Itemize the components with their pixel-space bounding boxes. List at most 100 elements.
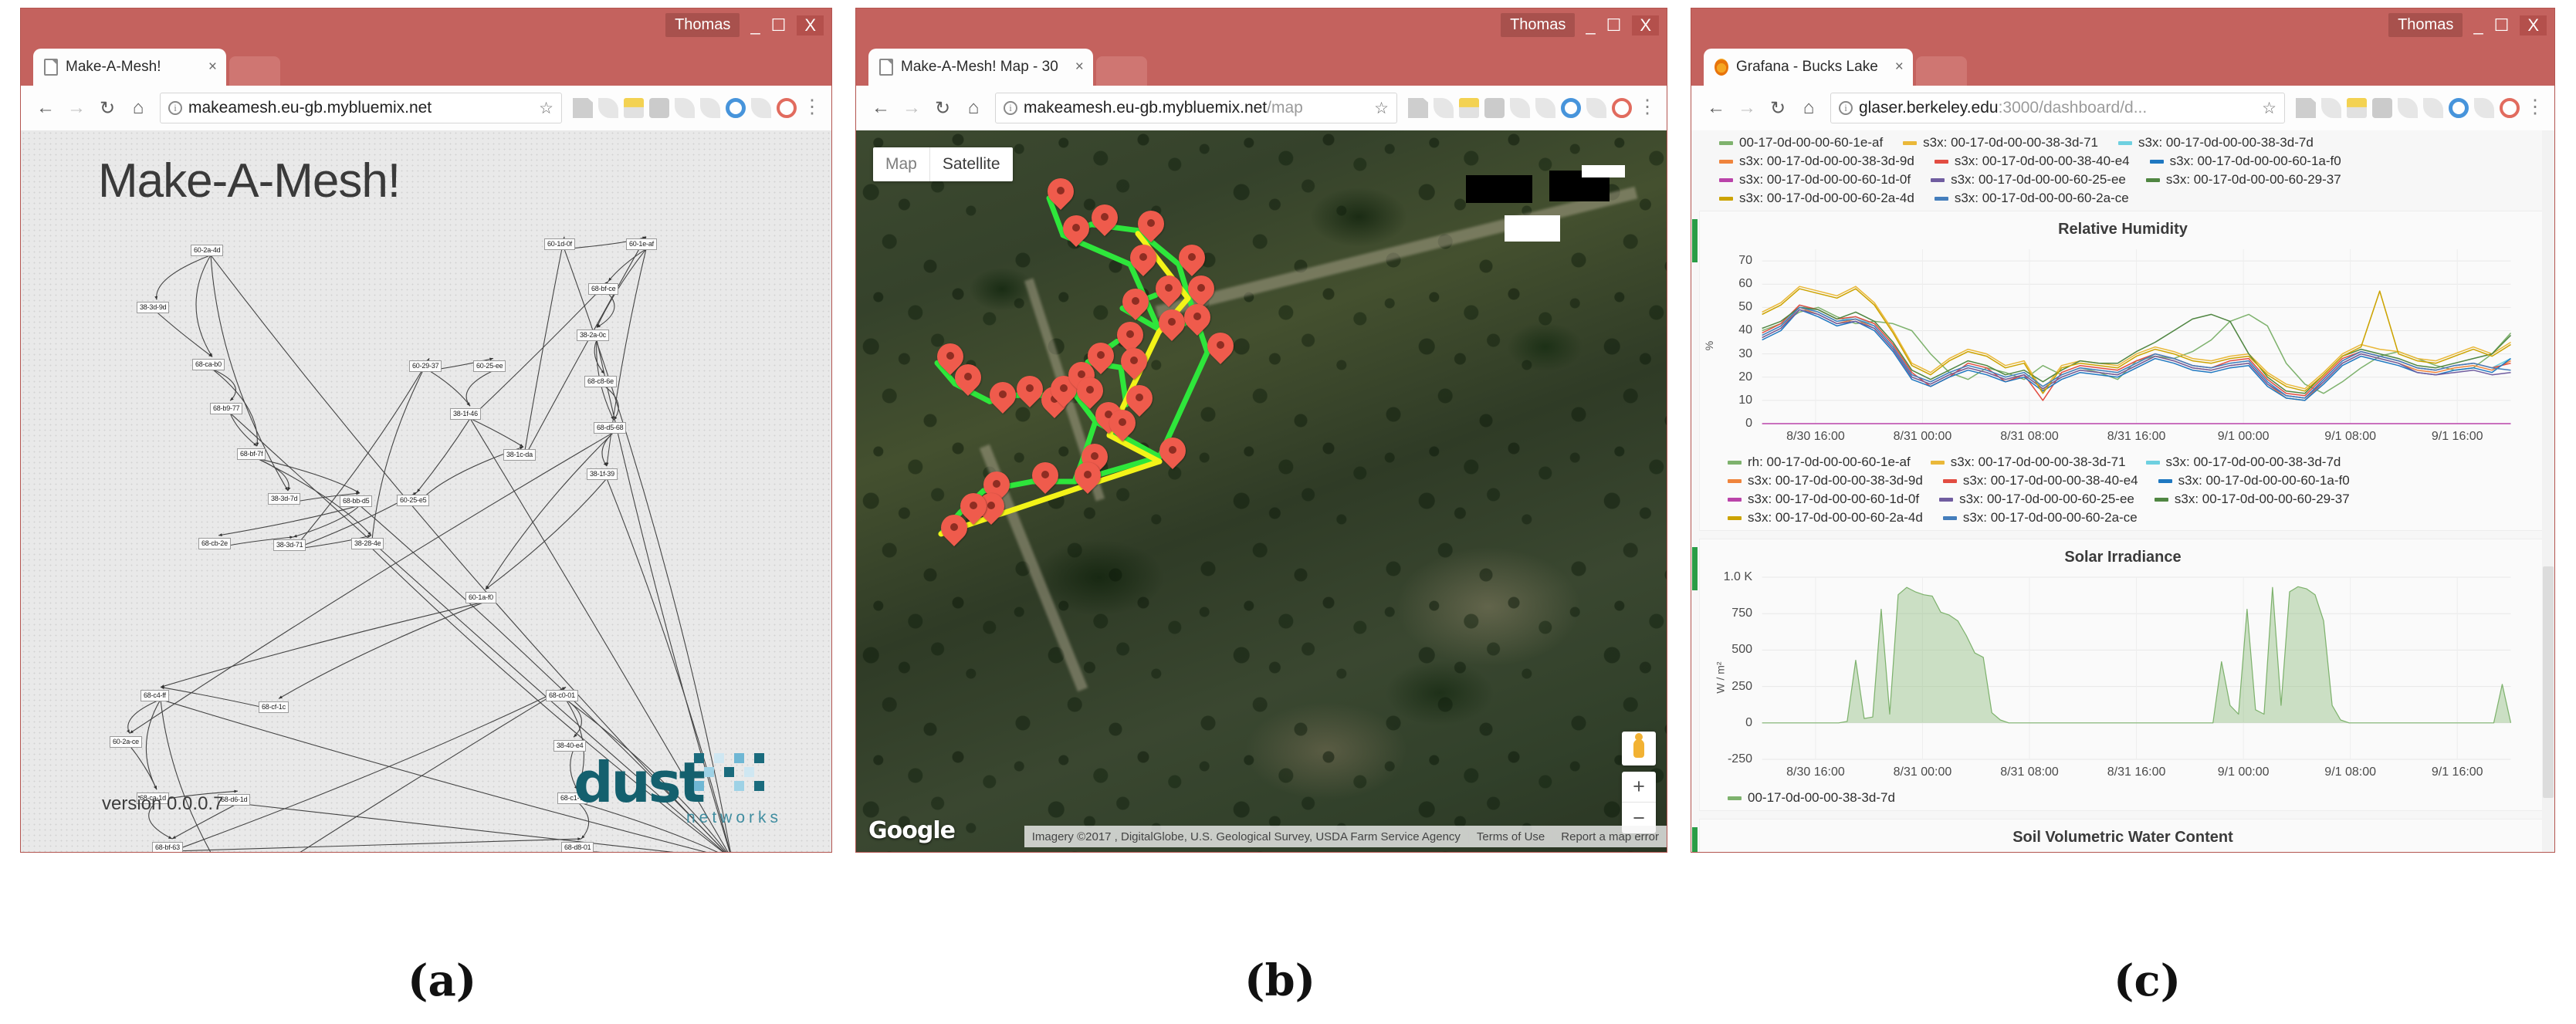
mesh-node[interactable]: 60-25-e5 <box>397 495 430 506</box>
mesh-node[interactable]: 38-1c-da <box>503 449 536 461</box>
chrome-menu-icon[interactable]: ⋮ <box>1637 97 1657 118</box>
user-chip-b[interactable]: Thomas <box>1501 13 1576 37</box>
mesh-node[interactable]: 60-25-ee <box>473 360 506 372</box>
legend-item[interactable]: s3x: 00-17-0d-00-00-60-29-37 <box>2145 172 2341 188</box>
legend-item[interactable]: s3x: 00-17-0d-00-00-38-3d-71 <box>1930 455 2126 470</box>
mesh-node[interactable]: 38-3d-7d <box>268 493 301 505</box>
pdf-extension-icon[interactable] <box>573 98 593 118</box>
map-marker-pin[interactable] <box>1092 204 1118 240</box>
info-icon[interactable]: i <box>1004 101 1017 115</box>
mesh-node[interactable]: 68-bf-63 <box>152 842 183 852</box>
reload-icon[interactable]: ↻ <box>927 93 958 123</box>
user-chip-a[interactable]: Thomas <box>665 13 740 37</box>
map-marker-pin[interactable] <box>1207 333 1234 368</box>
password-manager-icon[interactable] <box>2347 98 2367 118</box>
mesh-node[interactable]: 68-ca-b0 <box>192 359 225 370</box>
mesh-node[interactable]: 60-1e-af <box>626 238 657 250</box>
report-map-error-link[interactable]: Report a map error <box>1552 830 1667 843</box>
mesh-node[interactable]: 38-1f-39 <box>587 468 618 480</box>
legend-top-panel[interactable]: 00-17-0d-00-00-60-1e-af s3x: 00-17-0d-00-… <box>1691 130 2554 211</box>
mesh-node[interactable]: 68-cf-1c <box>259 701 289 713</box>
map-marker-pin[interactable] <box>1159 438 1186 473</box>
mesh-node[interactable]: 60-1d-0f <box>544 238 575 250</box>
legend-item[interactable]: s3x: 00-17-0d-00-00-38-3d-7d <box>2117 135 2314 150</box>
chrome-menu-icon[interactable]: ⋮ <box>2525 97 2545 118</box>
maximize-button-b[interactable]: ☐ <box>1606 16 1622 34</box>
password-manager-icon[interactable] <box>1459 98 1479 118</box>
mesh-node[interactable]: 60-2a-4d <box>191 245 224 256</box>
plot-soil-water[interactable]: 0.30 <box>1700 850 2546 852</box>
map-marker-pin[interactable] <box>1130 245 1156 280</box>
legend-item[interactable]: s3x: 00-17-0d-00-00-60-29-37 <box>2154 492 2350 507</box>
address-bar-b[interactable]: i makeamesh.eu-gb.mybluemix.net/map ☆ <box>995 93 1397 123</box>
chrome-menu-icon[interactable]: ⋮ <box>802 97 822 118</box>
mesh-node[interactable]: 38-1f-46 <box>450 408 481 420</box>
map-marker-pin[interactable] <box>1088 343 1114 378</box>
reload-icon[interactable]: ↻ <box>92 93 123 123</box>
evernote-extension-icon[interactable] <box>1484 98 1505 118</box>
legend-item[interactable]: s3x: 00-17-0d-00-00-60-1d-0f <box>1728 492 1919 507</box>
mesh-node[interactable]: 68-bb-d5 <box>340 495 373 507</box>
bookmark-star-icon[interactable]: ☆ <box>1374 99 1389 118</box>
forward-icon[interactable]: → <box>1731 93 1762 123</box>
tab-grafana-bucks-lake[interactable]: Grafana - Bucks Lake × <box>1704 49 1913 86</box>
legend-item[interactable]: s3x: 00-17-0d-00-00-38-3d-9d <box>1719 154 1914 169</box>
minimize-button-a[interactable]: _ <box>750 16 760 34</box>
tab-make-a-mesh-map[interactable]: Make-A-Mesh! Map - 30 × <box>868 49 1093 86</box>
new-tab-button-b[interactable] <box>1095 56 1147 86</box>
blue-circle-extension-icon[interactable] <box>2449 98 2469 118</box>
close-button-b[interactable]: X <box>1632 15 1659 35</box>
back-icon[interactable]: ← <box>865 93 896 123</box>
address-bar-c[interactable]: i glaser.berkeley.edu:3000/dashboard/d..… <box>1830 93 2285 123</box>
bookmark-star-icon[interactable]: ☆ <box>539 99 553 118</box>
mesh-node[interactable]: 68-d8-01 <box>561 842 594 852</box>
mesh-node[interactable]: 68-bf-ce <box>588 283 619 295</box>
minimize-button-b[interactable]: _ <box>1586 16 1595 34</box>
tab-close-icon[interactable]: × <box>1886 59 1904 76</box>
mesh-node[interactable]: 68-c8-6e <box>584 376 617 387</box>
legend-relative-humidity[interactable]: rh: 00-17-0d-00-00-60-1e-af s3x: 00-17-0d… <box>1700 450 2546 530</box>
mesh-node[interactable]: 68-b9-77 <box>210 403 243 414</box>
close-button-c[interactable]: X <box>2520 15 2547 35</box>
blue-circle-extension-icon[interactable] <box>1561 98 1581 118</box>
leaf2-extension-icon[interactable] <box>2423 98 2443 118</box>
pdf-extension-icon[interactable] <box>1408 98 1428 118</box>
evernote-extension-icon[interactable] <box>649 98 669 118</box>
forward-icon[interactable]: → <box>61 93 92 123</box>
leaf-extension-icon[interactable] <box>1434 98 1454 118</box>
map-marker-pin[interactable] <box>1122 289 1149 324</box>
legend-item[interactable]: s3x: 00-17-0d-00-00-60-25-ee <box>1939 492 2134 507</box>
map-canvas[interactable]: Map Satellite + − Google Imagery ©2017 ,… <box>856 130 1667 852</box>
terms-of-use-link[interactable]: Terms of Use <box>1467 830 1552 843</box>
password-manager-icon[interactable] <box>624 98 644 118</box>
maximize-button-c[interactable]: ☐ <box>2494 16 2510 34</box>
legend-item[interactable]: s3x: 00-17-0d-00-00-60-1a-f0 <box>2158 473 2350 488</box>
evernote-extension-icon[interactable] <box>2372 98 2392 118</box>
map-marker-pin[interactable] <box>1156 275 1182 311</box>
dashboard-scrollbar-track[interactable] <box>2542 130 2554 852</box>
new-tab-button-a[interactable] <box>229 56 280 86</box>
map-marker-pin[interactable] <box>1017 376 1043 411</box>
legend-item[interactable]: s3x: 00-17-0d-00-00-38-40-e4 <box>1934 154 2130 169</box>
drop-extension-icon[interactable] <box>675 98 695 118</box>
mesh-node[interactable]: 60-1a-f0 <box>465 592 496 603</box>
info-icon[interactable]: i <box>1839 101 1853 115</box>
drop-extension-icon[interactable] <box>1510 98 1530 118</box>
mesh-node[interactable]: 38-3d-71 <box>273 539 306 551</box>
mesh-node[interactable]: 68-c0-01 <box>546 690 578 701</box>
legend-item[interactable]: s3x: 00-17-0d-00-00-60-1a-f0 <box>2149 154 2341 169</box>
map-type-satellite[interactable]: Satellite <box>930 147 1013 181</box>
map-marker-pin[interactable] <box>1159 309 1185 345</box>
map-type-control[interactable]: Map Satellite <box>873 147 1013 181</box>
mesh-node[interactable]: 38-28-4e <box>351 538 384 549</box>
opera-extension-icon[interactable] <box>1612 98 1632 118</box>
map-marker-pin[interactable] <box>1138 211 1164 246</box>
tab-make-a-mesh[interactable]: Make-A-Mesh! × <box>33 49 226 86</box>
map-marker-pin[interactable] <box>1032 462 1058 498</box>
legend-item[interactable]: s3x: 00-17-0d-00-00-38-3d-7d <box>2145 455 2341 470</box>
home-icon[interactable]: ⌂ <box>123 93 154 123</box>
tab-close-icon[interactable]: × <box>199 59 217 76</box>
back-icon[interactable]: ← <box>1701 93 1731 123</box>
mesh-node[interactable]: 68-bf-7f <box>237 448 266 460</box>
close-button-a[interactable]: X <box>797 15 824 35</box>
